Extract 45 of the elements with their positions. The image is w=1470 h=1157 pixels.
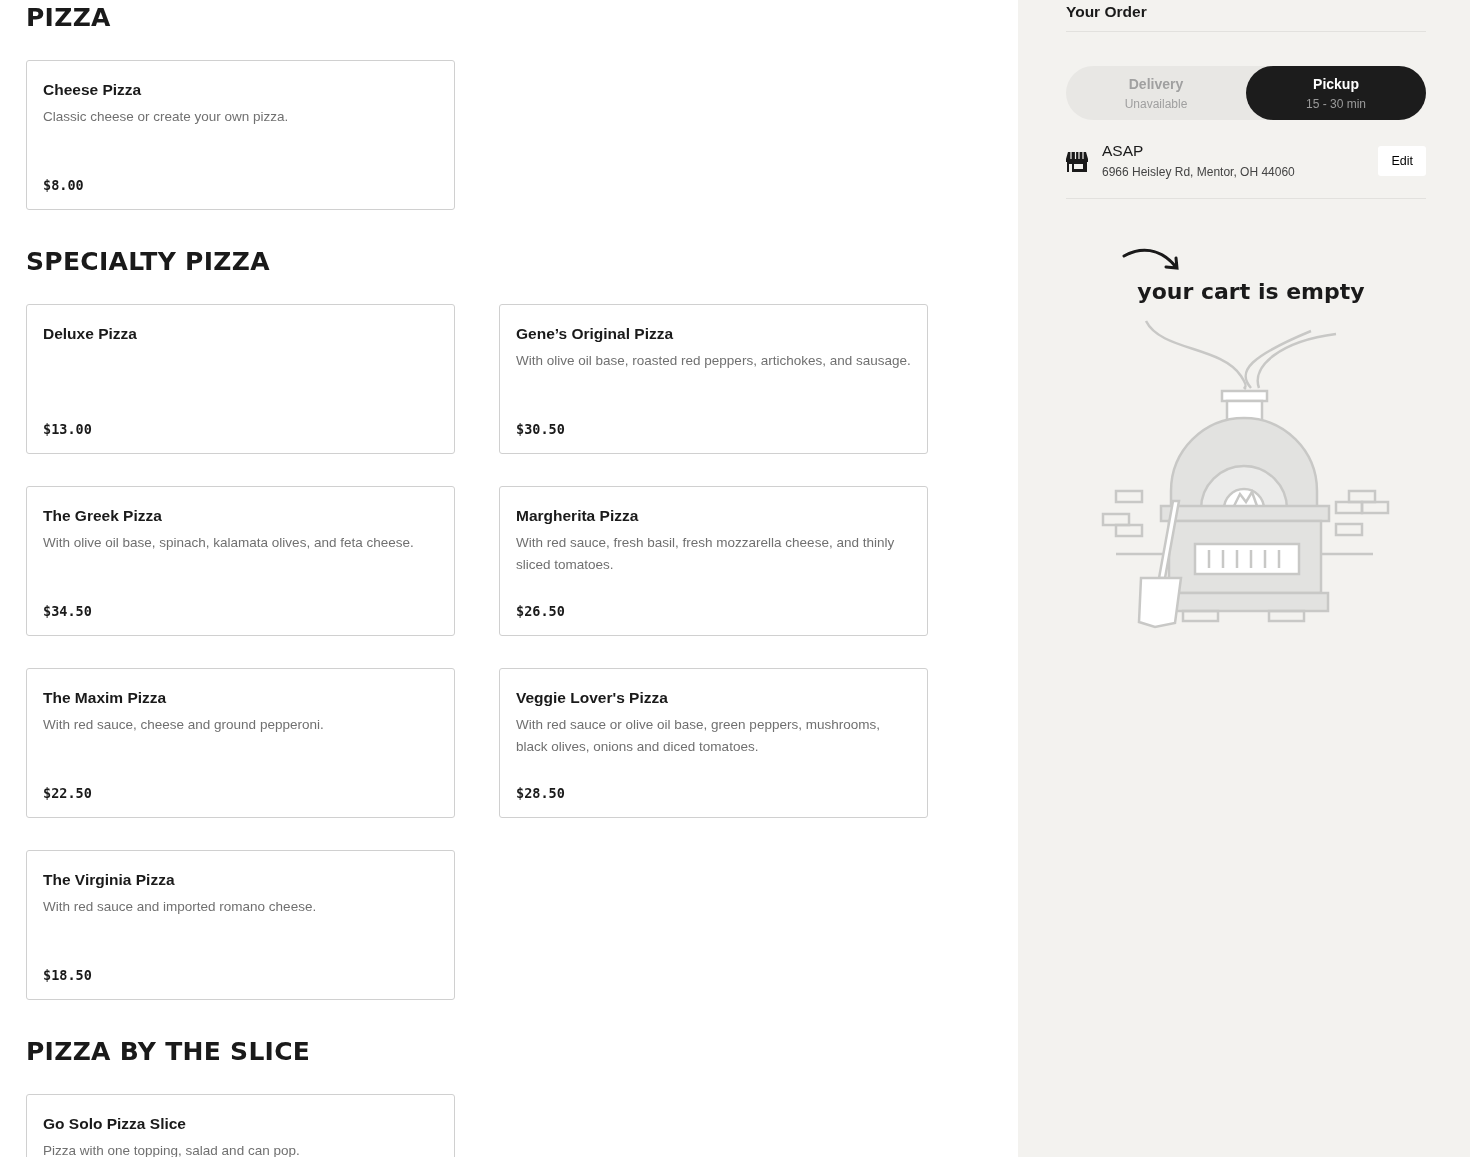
menu-item-card[interactable]: Veggie Lover's Pizza With red sauce or olive oil base, green peppers, mushrooms, black olives, onions and diced tomatoes. $28.50 [499, 668, 928, 818]
menu-item-card[interactable]: Margherita Pizza With red sauce, fresh basil, fresh mozzarella cheese, and thinly sliced tomatoes. $26.50 [499, 486, 928, 636]
item-name: Cheese Pizza [43, 80, 143, 100]
menu-item-card[interactable]: Cheese Pizza Classic cheese or create your own pizza. $8.00 [26, 60, 455, 210]
item-name: Gene’s Original Pizza [516, 324, 675, 344]
item-name: The Virginia Pizza [43, 870, 176, 890]
edit-button[interactable]: Edit [1378, 145, 1426, 176]
menu-item-card[interactable]: Deluxe Pizza $13.00 [26, 304, 455, 454]
item-price: $8.00 [43, 177, 85, 193]
item-name: Veggie Lover's Pizza [516, 688, 669, 708]
item-description: With red sauce or olive oil base, green peppers, mushrooms, black olives, onions and diced tomatoes. [516, 716, 881, 756]
pickup-time: ASAP [1102, 142, 1145, 160]
order-title: Your Order [1066, 0, 1426, 32]
order-mode-option[interactable]: Pickup 15 - 30 min [1246, 66, 1426, 120]
section-heading: PIZZA [26, 2, 112, 34]
item-description: With olive oil base, spinach, kalamata olives, and feta cheese. [43, 534, 415, 552]
empty-cart-message: your cart is empty [1137, 279, 1365, 304]
item-price: $34.50 [43, 603, 93, 619]
item-name: The Maxim Pizza [43, 688, 168, 708]
item-description: With red sauce, cheese and ground pepperoni. [43, 716, 325, 734]
item-description: With red sauce and imported romano cheese. [43, 898, 318, 916]
section-heading: SPECIALTY PIZZA [26, 246, 271, 278]
pickup-address: 6966 Heisley Rd, Mentor, OH 44060 [1102, 165, 1296, 179]
menu-item-card[interactable]: Go Solo Pizza Slice Pizza with one topping, salad and can pop. [26, 1094, 455, 1157]
section-heading: PIZZA BY THE SLICE [26, 1036, 312, 1068]
store-icon [1066, 149, 1088, 172]
item-name: The Greek Pizza [43, 506, 163, 526]
menu-item-card[interactable]: Gene’s Original Pizza With olive oil base, roasted red peppers, artichokes, and sausage. $30.50 [499, 304, 928, 454]
item-price: $28.50 [516, 785, 566, 801]
item-price: $30.50 [516, 421, 566, 437]
item-name: Go Solo Pizza Slice [43, 1114, 187, 1134]
item-name: Margherita Pizza [516, 506, 640, 526]
menu-item-card[interactable]: The Maxim Pizza With red sauce, cheese and ground pepperoni. $22.50 [26, 668, 455, 818]
menu-item-card[interactable]: The Greek Pizza With olive oil base, spinach, kalamata olives, and feta cheese. $34.50 [26, 486, 455, 636]
item-description: With red sauce, fresh basil, fresh mozzarella cheese, and thinly sliced tomatoes. [516, 534, 896, 574]
item-price: $13.00 [43, 421, 93, 437]
item-price: $26.50 [516, 603, 566, 619]
item-description: Pizza with one topping, salad and can pop. [43, 1142, 301, 1157]
item-price: $22.50 [43, 785, 93, 801]
item-price: $18.50 [43, 967, 93, 983]
curved-arrow-drawing [1122, 247, 1182, 273]
item-description: With olive oil base, roasted red peppers, artichokes, and sausage. [516, 352, 911, 370]
menu-item-card[interactable]: The Virginia Pizza With red sauce and imported romano cheese. $18.50 [26, 850, 455, 1000]
item-description: Classic cheese or create your own pizza. [43, 108, 290, 126]
item-name: Deluxe Pizza [43, 324, 138, 344]
